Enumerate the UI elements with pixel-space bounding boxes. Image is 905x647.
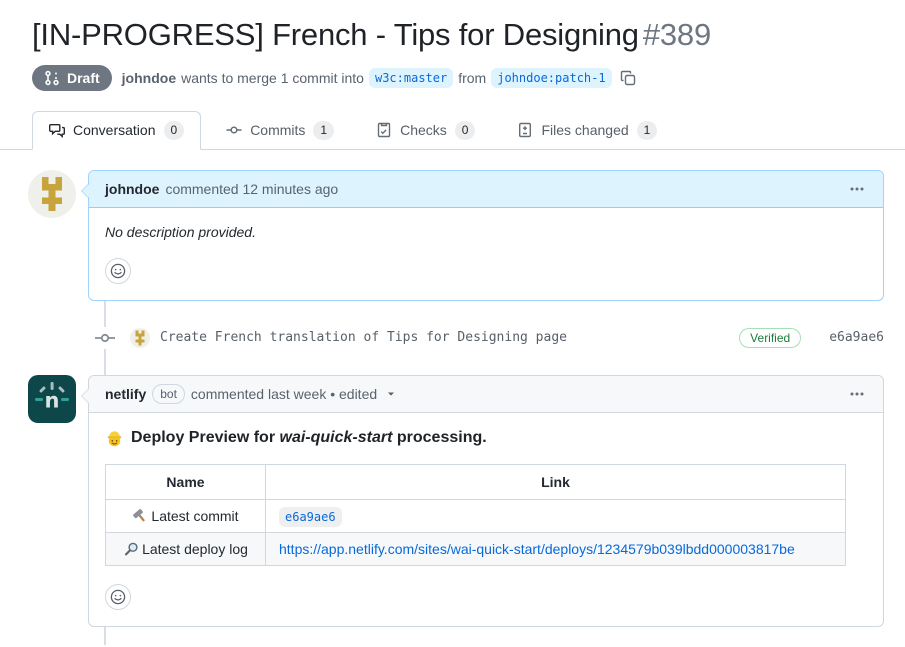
magnifier-icon — [123, 541, 139, 557]
tab-label: Files changed — [541, 122, 628, 138]
pr-title-text: [IN-PROGRESS] French - Tips for Designin… — [32, 17, 639, 52]
comment-body: Deploy Preview for wai-quick-start proce… — [89, 413, 883, 626]
git-commit-icon — [94, 327, 116, 349]
tab-files-changed[interactable]: Files changed 1 — [500, 111, 674, 150]
tab-label: Checks — [400, 122, 447, 138]
merge-text-2: from — [458, 70, 486, 86]
pr-timeline: johndoe commented 12 minutes ago No desc… — [28, 170, 884, 645]
deploy-table-header-link: Link — [266, 464, 846, 499]
no-description-text: No description provided. — [105, 224, 867, 240]
page-title: [IN-PROGRESS] French - Tips for Designin… — [32, 16, 873, 55]
table-row-latest-deploy-log: Latest deploy log https://app.netlify.co… — [106, 532, 846, 565]
netlify-logo-icon: n — [28, 375, 76, 423]
deploy-table-header-name: Name — [106, 464, 266, 499]
table-cell-name: Latest commit — [106, 499, 266, 532]
deploy-log-url-link[interactable]: https://app.netlify.com/sites/wai-quick-… — [279, 541, 795, 557]
commit-sha-link[interactable]: e6a9ae6 — [829, 330, 884, 345]
deploy-table: Name Link — [105, 464, 846, 566]
comment-box: johndoe commented 12 minutes ago No desc… — [88, 170, 884, 301]
commit-row: Create French translation of Tips for De… — [28, 327, 884, 349]
tab-label: Conversation — [73, 122, 156, 138]
comment-johndoe: johndoe commented 12 minutes ago No desc… — [28, 170, 884, 301]
deploy-table-header-row: Name Link — [106, 464, 846, 499]
head-branch-label[interactable]: johndoe:patch-1 — [491, 68, 611, 88]
kebab-menu-icon[interactable] — [847, 384, 867, 404]
pr-header: [IN-PROGRESS] French - Tips for Designin… — [0, 0, 905, 91]
comment-meta: commented last week • edited — [191, 386, 377, 402]
comment-discussion-icon — [49, 122, 65, 138]
kebab-menu-icon[interactable] — [847, 179, 867, 199]
pr-number: #389 — [643, 17, 711, 52]
draft-badge: Draft — [32, 65, 112, 91]
draft-badge-label: Draft — [67, 70, 100, 86]
pr-author-link[interactable]: johndoe — [122, 70, 176, 86]
add-reaction-button[interactable] — [105, 258, 131, 284]
table-cell-name: Latest deploy log — [106, 532, 266, 565]
tab-commits[interactable]: Commits 1 — [209, 111, 351, 150]
pr-meta-row: Draft johndoe wants to merge 1 commit in… — [32, 65, 873, 91]
comment-body: No description provided. — [89, 208, 883, 300]
avatar-netlify[interactable]: n — [28, 375, 76, 423]
comment-netlify: n netlify bot commented last week • edit… — [28, 375, 884, 627]
base-branch-label[interactable]: w3c:master — [369, 68, 453, 88]
tab-counter: 0 — [455, 121, 476, 140]
timeline-connector — [104, 627, 106, 645]
deploy-preview-heading: Deploy Preview for wai-quick-start proce… — [105, 429, 867, 448]
pr-tab-nav: Conversation 0 Commits 1 Checks 0 — [0, 111, 905, 150]
svg-text:n: n — [45, 388, 60, 412]
comment-author-link[interactable]: netlify — [105, 386, 146, 402]
comment-header: johndoe commented 12 minutes ago — [89, 171, 883, 208]
table-cell-link: e6a9ae6 — [266, 499, 846, 532]
merge-text-1: wants to merge 1 commit into — [181, 70, 364, 86]
commit-author-avatar[interactable] — [130, 328, 150, 348]
tab-counter: 1 — [313, 121, 334, 140]
edit-history-caret-icon[interactable] — [385, 388, 397, 400]
file-diff-icon — [517, 122, 533, 138]
checklist-icon — [376, 122, 392, 138]
git-commit-icon — [226, 122, 242, 138]
comment-header: netlify bot commented last week • edited — [89, 376, 883, 413]
copy-branch-icon[interactable] — [620, 70, 636, 86]
comment-meta: commented 12 minutes ago — [165, 181, 338, 197]
tab-counter: 0 — [164, 121, 185, 140]
hammer-icon — [132, 508, 148, 524]
deploy-heading-text: Deploy Preview for wai-quick-start proce… — [131, 429, 487, 447]
tab-conversation[interactable]: Conversation 0 — [32, 111, 201, 150]
avatar-johndoe[interactable] — [28, 170, 76, 218]
commit-message-link[interactable]: Create French translation of Tips for De… — [160, 330, 567, 345]
merge-summary: johndoe wants to merge 1 commit into w3c… — [122, 68, 636, 88]
smiley-icon — [110, 263, 126, 279]
bot-badge[interactable]: bot — [152, 384, 185, 404]
latest-commit-sha-link[interactable]: e6a9ae6 — [279, 507, 342, 527]
table-row-latest-commit: Latest commit e6a9ae6 — [106, 499, 846, 532]
construction-worker-icon — [105, 429, 124, 448]
git-pull-request-draft-icon — [44, 70, 60, 86]
verified-badge[interactable]: Verified — [739, 328, 801, 348]
tab-label: Commits — [250, 122, 305, 138]
add-reaction-button[interactable] — [105, 584, 131, 610]
comment-box: netlify bot commented last week • edited — [88, 375, 884, 627]
smiley-icon — [110, 589, 126, 605]
comment-author-link[interactable]: johndoe — [105, 181, 159, 197]
tab-counter: 1 — [637, 121, 658, 140]
commit-section: Create French translation of Tips for De… — [28, 301, 884, 375]
tab-checks[interactable]: Checks 0 — [359, 111, 492, 150]
deploy-site-name: wai-quick-start — [280, 429, 393, 446]
table-cell-link: https://app.netlify.com/sites/wai-quick-… — [266, 532, 846, 565]
